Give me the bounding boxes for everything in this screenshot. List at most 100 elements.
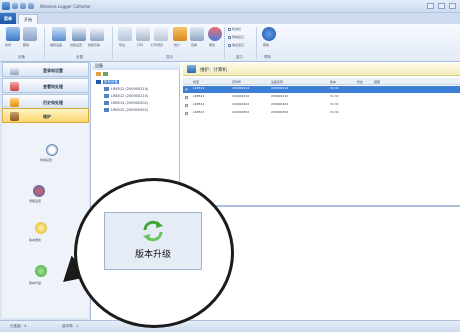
batch-settings-icon[interactable] <box>72 27 86 41</box>
column-header-version[interactable]: 版本 <box>330 80 336 84</box>
row-checkbox[interactable] <box>185 112 188 115</box>
column-header-result[interactable]: 结果 <box>374 80 380 84</box>
sub-item-version-upgrade[interactable]: 版本升级 <box>29 281 41 285</box>
window-controls <box>427 3 456 9</box>
print-preview-icon[interactable] <box>154 27 168 41</box>
ribbon-label-print: 打印 <box>137 43 144 47</box>
statistics-icon[interactable] <box>173 27 187 41</box>
row-checkbox[interactable] <box>185 104 188 107</box>
row-checkbox[interactable] <box>185 96 188 99</box>
nav-item-view-process[interactable]: 查看和处理 <box>2 78 89 93</box>
group-label-window: 窗口 <box>236 55 243 59</box>
checkbox-icon <box>228 27 231 31</box>
ribbon-label-properties: 属性 <box>209 43 216 47</box>
edit-device-icon[interactable] <box>52 27 66 41</box>
sub-item-measure-settings[interactable]: 测量设置 <box>29 199 41 203</box>
column-header-status[interactable]: 状态 <box>357 80 363 84</box>
tab-menu[interactable]: 菜单 <box>0 13 16 24</box>
help-icon[interactable] <box>262 27 276 41</box>
ribbon-tab-row <box>0 13 460 24</box>
column-header-name[interactable]: 设备名称 <box>271 80 283 84</box>
ribbon-label-print-preview: 打印预览 <box>151 43 164 47</box>
minimize-button[interactable] <box>427 3 434 9</box>
close-button[interactable] <box>449 3 456 9</box>
undo-icon[interactable] <box>20 3 26 9</box>
ribbon-separator <box>256 27 257 59</box>
measure-settings-icon[interactable] <box>33 185 45 197</box>
table-row[interactable]: LR8512 200000210 200000210 V1.31 <box>183 94 460 101</box>
chart-icon <box>10 82 19 91</box>
add-device-icon[interactable] <box>6 27 20 41</box>
ribbon-separator <box>44 27 45 59</box>
maximize-button[interactable] <box>438 3 445 9</box>
main-title: 维护：计算机 <box>200 68 227 73</box>
group-label-settings: 设置 <box>76 55 83 59</box>
group-label-help: 帮助 <box>264 55 271 59</box>
ribbon-label-add: 新增 <box>5 43 12 47</box>
device-icon <box>104 108 109 112</box>
refresh-icon <box>141 219 165 244</box>
table-header <box>183 78 460 85</box>
checkbox-icon <box>228 43 231 47</box>
ribbon-label-help: 帮助 <box>263 43 270 47</box>
column-header-serial[interactable]: 序列号 <box>232 80 241 84</box>
computer-icon <box>187 65 196 73</box>
column-header-model[interactable]: 机型 <box>193 80 199 84</box>
checkbox-icon <box>228 35 231 39</box>
tree-folder-icon[interactable] <box>96 72 101 76</box>
table-row[interactable]: LR8515 200000552 200000552 V1.31 <box>183 110 460 117</box>
tree-toolbar <box>96 72 110 76</box>
tree-root[interactable]: 所有设备 <box>96 80 119 85</box>
version-upgrade-label: 版本升级 <box>134 250 171 260</box>
print-icon[interactable] <box>136 27 150 41</box>
tree-device-item[interactable]: LR8514 (200000402) <box>104 101 148 105</box>
nav-window-checkbox[interactable]: 导航窗口 <box>228 35 244 39</box>
export-icon[interactable] <box>118 27 132 41</box>
computer-icon <box>96 80 101 84</box>
device-icon <box>104 94 109 98</box>
ribbon-label-export: 导出 <box>119 43 126 47</box>
tree-device-item[interactable]: LR8512 (200000214) <box>104 87 148 91</box>
nav-item-history[interactable]: 历史和处理 <box>2 94 89 109</box>
refresh-icon[interactable] <box>35 265 47 277</box>
row-checkbox[interactable] <box>185 88 188 91</box>
nav-item-login-settings[interactable]: 登录和设置 <box>2 62 89 77</box>
device-icon <box>104 101 109 105</box>
pane-splitter[interactable] <box>181 205 460 207</box>
window-title: Wireless Logger Collector <box>40 4 91 9</box>
status-connected: 已连接：4 <box>10 324 27 328</box>
sub-item-version-update[interactable]: 版本更新 <box>29 238 41 242</box>
table-row[interactable]: LR8512 200000214 200000214 V1.31 <box>183 86 460 93</box>
tree-device-item[interactable]: LR8512 (200000210) <box>104 94 148 98</box>
folder-icon <box>10 98 19 107</box>
dropdown-icon[interactable] <box>28 3 34 9</box>
ribbon-label-edit: 编辑设备 <box>50 43 63 47</box>
device-icon <box>104 87 109 91</box>
statusbar-checkbox[interactable]: 状态栏 <box>228 27 241 31</box>
tab-start[interactable]: 开始 <box>18 14 38 24</box>
device-tree-header: 设备 <box>92 62 180 70</box>
tree-add-icon[interactable] <box>103 72 108 76</box>
toolbox-icon <box>10 112 19 121</box>
ribbon-label-batch-clear: 批量清除 <box>88 43 101 47</box>
nav-item-maintenance[interactable]: 维护 <box>2 108 89 123</box>
properties-icon[interactable] <box>208 27 222 41</box>
status-selected: 选中项：1 <box>62 324 79 328</box>
save-icon[interactable] <box>12 3 18 9</box>
sub-item-clock-settings[interactable]: 时钟设置 <box>40 158 52 162</box>
delete-device-icon[interactable] <box>23 27 37 41</box>
update-icon[interactable] <box>35 222 47 234</box>
batch-clear-icon[interactable] <box>90 27 104 41</box>
view-icon[interactable] <box>190 27 204 41</box>
clock-icon[interactable] <box>46 144 58 156</box>
ribbon-separator <box>224 27 225 59</box>
group-label-device: 设备 <box>18 55 25 59</box>
ribbon-label-batch-settings: 批量设置 <box>70 43 83 47</box>
ribbon-label-delete: 删除 <box>23 43 30 47</box>
settings-icon <box>10 66 19 75</box>
app-logo-icon[interactable] <box>2 2 10 10</box>
tree-device-item[interactable]: LR8515 (200000552) <box>104 108 148 112</box>
table-row[interactable]: LR8514 200000402 200000402 V1.31 <box>183 102 460 109</box>
info-window-checkbox[interactable]: 信息窗口 <box>228 43 244 47</box>
ribbon-separator <box>112 27 113 59</box>
